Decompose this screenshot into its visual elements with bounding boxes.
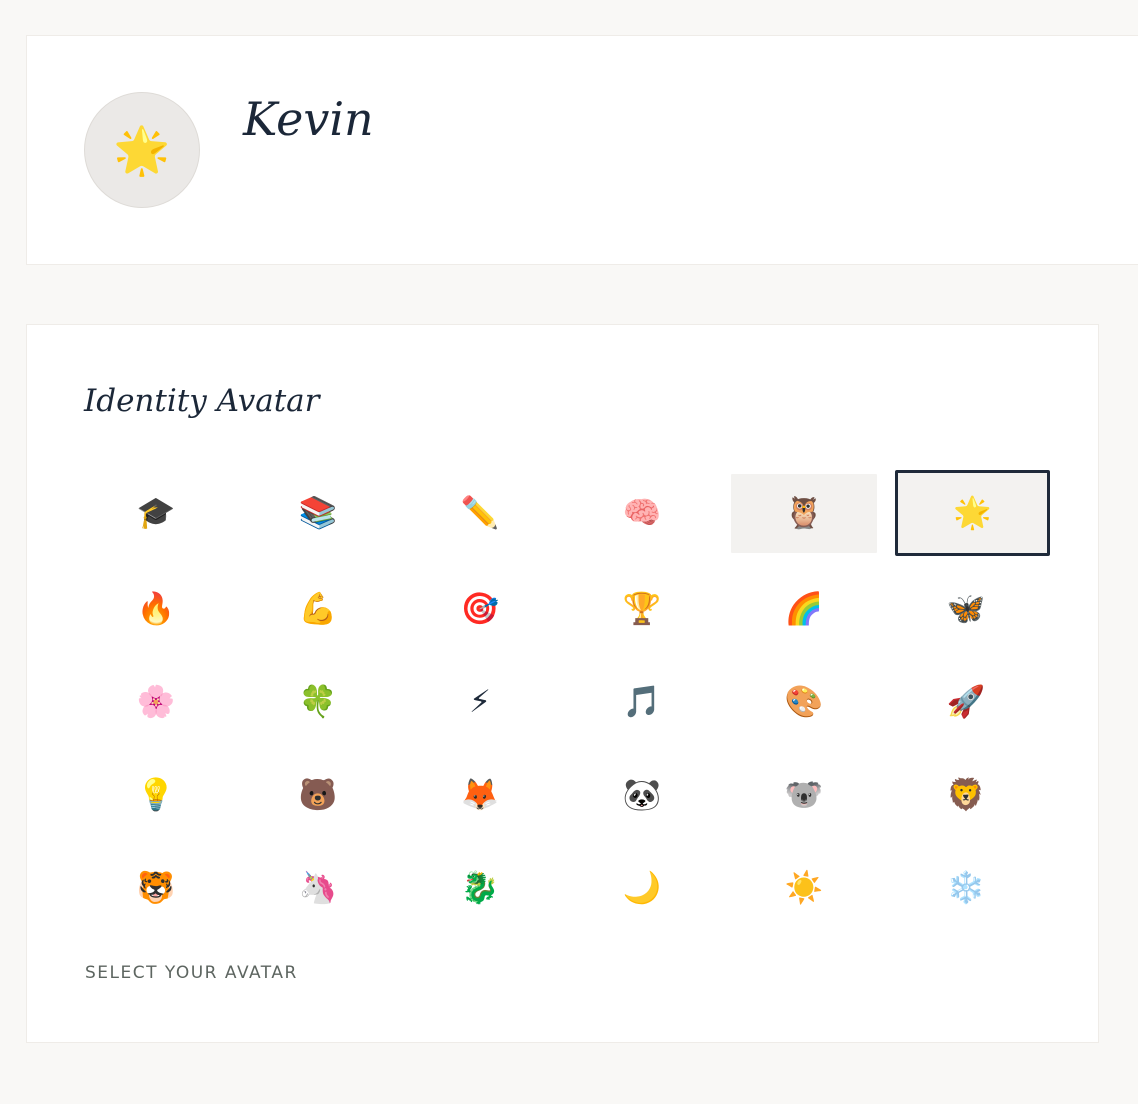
avatar-option-brain[interactable]: 🧠 xyxy=(569,474,715,553)
current-avatar-emoji-icon: 🌟 xyxy=(113,123,171,177)
avatar-option-flexed-biceps[interactable]: 💪 xyxy=(245,570,391,649)
avatar-option-pencil[interactable]: ✏️ xyxy=(407,474,553,553)
target-icon: 🎯 xyxy=(460,591,500,627)
avatar-option-koala[interactable]: 🐨 xyxy=(731,756,877,835)
avatar-grid: 🎓 📚 ✏️ 🧠 🦉 🌟 🔥 💪 🎯 🏆 🌈 🦋 🌸 🍀 ⚡ 🎵 🎨 🚀 💡 🐻 🦊 🐼 🐨 🦁 🐯 🦄 🐉 🌙 ☀️ ❄️ xyxy=(83,470,1050,928)
select-avatar-label: SELECT YOUR AVATAR xyxy=(85,963,298,983)
profile-name: Kevin xyxy=(243,92,374,146)
avatar-option-lion[interactable]: 🦁 xyxy=(893,756,1039,835)
avatar-option-crescent-moon[interactable]: 🌙 xyxy=(569,849,715,928)
avatar-option-panda[interactable]: 🐼 xyxy=(569,756,715,835)
crescent-moon-icon: 🌙 xyxy=(622,870,662,906)
butterfly-icon: 🦋 xyxy=(946,591,986,627)
avatar-option-rocket[interactable]: 🚀 xyxy=(893,663,1039,742)
avatar-option-graduation-cap[interactable]: 🎓 xyxy=(83,474,229,553)
graduation-cap-icon: 🎓 xyxy=(136,495,176,531)
avatar-option-trophy[interactable]: 🏆 xyxy=(569,570,715,649)
glowing-star-icon: 🌟 xyxy=(953,494,992,531)
fire-icon: 🔥 xyxy=(136,591,176,627)
palette-icon: 🎨 xyxy=(784,684,824,720)
pencil-icon: ✏️ xyxy=(460,495,500,531)
cherry-blossom-icon: 🌸 xyxy=(136,684,176,720)
section-title: Identity Avatar xyxy=(84,383,320,419)
avatar-option-fire[interactable]: 🔥 xyxy=(83,570,229,649)
avatar-option-target[interactable]: 🎯 xyxy=(407,570,553,649)
avatar-option-lightning[interactable]: ⚡ xyxy=(407,663,553,742)
avatar-option-unicorn[interactable]: 🦄 xyxy=(245,849,391,928)
rocket-icon: 🚀 xyxy=(946,684,986,720)
avatar-option-cherry-blossom[interactable]: 🌸 xyxy=(83,663,229,742)
four-leaf-clover-icon: 🍀 xyxy=(298,684,338,720)
rainbow-icon: 🌈 xyxy=(784,591,824,627)
flexed-biceps-icon: 💪 xyxy=(298,591,338,627)
tiger-icon: 🐯 xyxy=(136,870,176,906)
koala-icon: 🐨 xyxy=(784,777,824,813)
avatar-option-owl[interactable]: 🦉 xyxy=(731,474,877,553)
lightning-icon: ⚡ xyxy=(469,684,491,720)
avatar-option-palette[interactable]: 🎨 xyxy=(731,663,877,742)
snowflake-icon: ❄️ xyxy=(946,870,986,906)
unicorn-icon: 🦄 xyxy=(298,870,338,906)
brain-icon: 🧠 xyxy=(622,495,662,531)
fox-icon: 🦊 xyxy=(460,777,500,813)
avatar-option-glowing-star[interactable]: 🌟 xyxy=(895,470,1050,556)
light-bulb-icon: 💡 xyxy=(136,777,176,813)
avatar-option-butterfly[interactable]: 🦋 xyxy=(893,570,1039,649)
panda-icon: 🐼 xyxy=(622,777,662,813)
dragon-icon: 🐉 xyxy=(460,870,500,906)
avatar-option-light-bulb[interactable]: 💡 xyxy=(83,756,229,835)
current-avatar: 🌟 xyxy=(84,92,200,208)
avatar-selector-card: Identity Avatar 🎓 📚 ✏️ 🧠 🦉 🌟 🔥 💪 🎯 🏆 🌈 🦋 🌸 🍀 ⚡ 🎵 🎨 🚀 💡 🐻 🦊 🐼 🐨… xyxy=(26,324,1099,1043)
avatar-option-music-note[interactable]: 🎵 xyxy=(569,663,715,742)
avatar-option-snowflake[interactable]: ❄️ xyxy=(893,849,1039,928)
music-note-icon: 🎵 xyxy=(622,684,662,720)
lion-icon: 🦁 xyxy=(946,777,986,813)
owl-icon: 🦉 xyxy=(784,495,824,531)
avatar-option-bear[interactable]: 🐻 xyxy=(245,756,391,835)
avatar-option-four-leaf-clover[interactable]: 🍀 xyxy=(245,663,391,742)
avatar-option-dragon[interactable]: 🐉 xyxy=(407,849,553,928)
avatar-option-fox[interactable]: 🦊 xyxy=(407,756,553,835)
trophy-icon: 🏆 xyxy=(622,591,662,627)
bear-icon: 🐻 xyxy=(298,777,338,813)
avatar-option-books[interactable]: 📚 xyxy=(245,474,391,553)
avatar-option-tiger[interactable]: 🐯 xyxy=(83,849,229,928)
profile-card: 🌟 Kevin xyxy=(26,35,1138,265)
avatar-option-rainbow[interactable]: 🌈 xyxy=(731,570,877,649)
sun-icon: ☀️ xyxy=(784,870,824,906)
books-icon: 📚 xyxy=(298,495,338,531)
avatar-option-sun[interactable]: ☀️ xyxy=(731,849,877,928)
